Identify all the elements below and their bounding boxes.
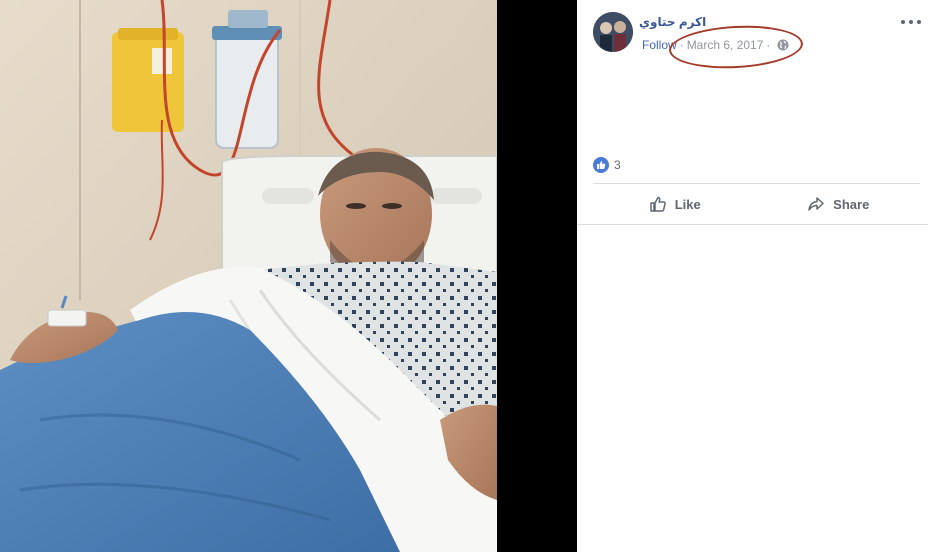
post-info-panel: اكرم حتاوي Follow · March 6, 2017 · 3 Li… xyxy=(577,0,928,552)
like-button[interactable]: Like xyxy=(593,186,757,222)
post-date-link[interactable]: March 6, 2017 xyxy=(687,38,764,52)
post-meta: Follow · March 6, 2017 · xyxy=(642,38,789,52)
meta-separator: · xyxy=(766,38,771,52)
post-actions: Like Share xyxy=(593,186,920,222)
follow-link[interactable]: Follow xyxy=(642,38,677,52)
author-name-link[interactable]: اكرم حتاوي xyxy=(639,15,706,29)
like-badge-icon xyxy=(593,157,609,173)
globe-icon xyxy=(777,39,789,51)
author-avatar[interactable] xyxy=(593,12,633,52)
photo-stage xyxy=(0,0,577,552)
share-label: Share xyxy=(833,196,870,212)
reactions-summary[interactable]: 3 xyxy=(593,156,621,174)
photo-viewer: اكرم حتاوي Follow · March 6, 2017 · 3 Li… xyxy=(0,0,928,552)
like-label: Like xyxy=(674,196,701,212)
divider xyxy=(593,183,920,184)
more-horizontal-icon[interactable] xyxy=(901,14,921,30)
post-photo[interactable] xyxy=(0,0,497,552)
reaction-count: 3 xyxy=(614,158,621,172)
share-button[interactable]: Share xyxy=(757,186,921,222)
thumbs-up-icon xyxy=(649,196,666,212)
meta-separator: · xyxy=(679,38,684,52)
divider xyxy=(577,224,928,225)
share-arrow-icon xyxy=(808,197,824,211)
